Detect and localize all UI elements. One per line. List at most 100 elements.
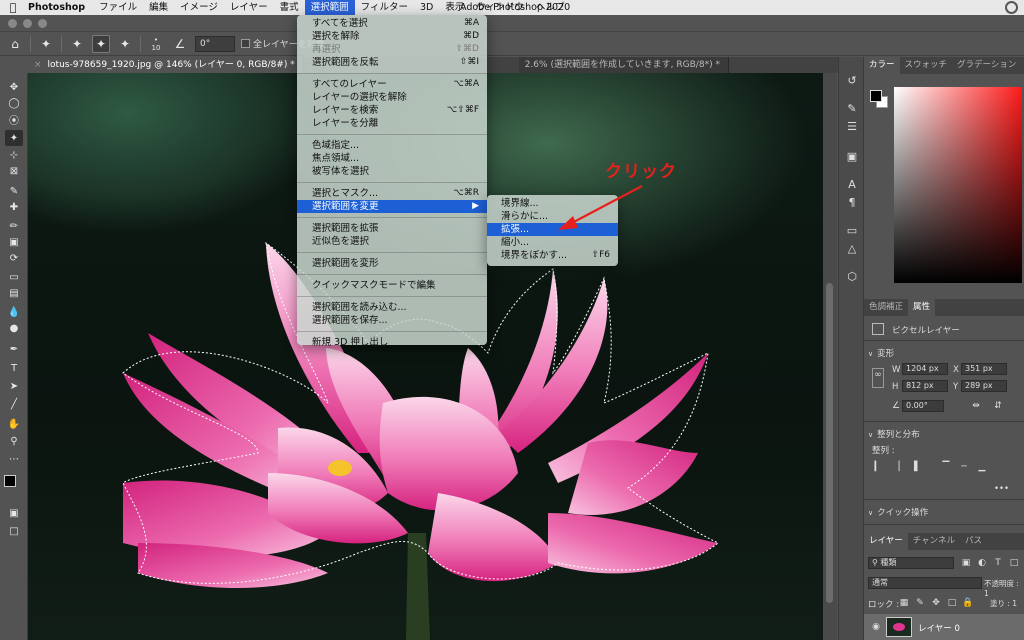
crop-tool-icon[interactable]: ⊹ [5, 147, 23, 163]
modify-submenu-item[interactable]: 境界をぼかす... ⇧F6 [487, 249, 618, 262]
y-field[interactable]: 289 px [961, 380, 1007, 392]
tab-color[interactable]: カラー [864, 57, 900, 74]
healing-tool-icon[interactable]: ✚ [5, 199, 23, 215]
tab-document-3[interactable]: 2.6% (選択範囲を作成していきます, RGB/8*) * [518, 57, 729, 73]
menu-view[interactable]: 表示 [439, 0, 470, 15]
glyphs-icon[interactable]: ▭ [844, 223, 860, 239]
eyedropper-tool-icon[interactable]: ✎ [5, 183, 23, 199]
blur-tool-icon[interactable]: 💧 [5, 304, 23, 320]
select-menu-item[interactable]: 近似色を選択 [297, 235, 487, 248]
tab-paths[interactable]: パス [960, 533, 987, 550]
select-menu-item[interactable]: 選択範囲を読み込む... [297, 301, 487, 314]
scrollbar-thumb[interactable] [826, 283, 833, 603]
home-icon[interactable]: ⌂ [6, 35, 24, 53]
marquee-tool-icon[interactable]: ◯ [5, 95, 23, 111]
select-menu-item[interactable]: 選択範囲を拡張 [297, 222, 487, 235]
color-picker-field[interactable] [894, 87, 1022, 283]
3d-panel-icon[interactable]: ⬡ [844, 269, 860, 285]
link-icon[interactable]: ∞ [872, 368, 884, 388]
lock-pixels-icon[interactable]: ✎ [914, 597, 926, 609]
select-menu-item[interactable]: 再選択 ⇧⌘D [297, 43, 487, 56]
select-menu-item[interactable]: レイヤーを検索 ⌥⇧⌘F [297, 104, 487, 117]
select-menu-item[interactable]: すべてのレイヤー ⌥⌘A [297, 78, 487, 91]
menu-type[interactable]: 書式 [274, 0, 305, 15]
tab-gradients[interactable]: グラデーション [952, 57, 1021, 74]
opacity-label[interactable]: 不透明度 : 1 [984, 578, 1024, 598]
app-menu[interactable]: Photoshop [26, 2, 93, 13]
paragraph-panel-icon[interactable]: ¶ [844, 195, 860, 211]
align-bottom-icon[interactable]: ▁ [976, 461, 988, 473]
select-menu-item[interactable]: レイヤーの選択を解除 [297, 91, 487, 104]
align-top-icon[interactable]: ▔ [940, 461, 952, 473]
dodge-tool-icon[interactable]: ● [5, 320, 23, 336]
select-menu-item[interactable]: 選択範囲を保存... [297, 314, 487, 327]
fill-label[interactable]: 塗り : 1 [990, 598, 1017, 609]
select-menu-item[interactable]: クイックマスクモードで編集 [297, 279, 487, 292]
menu-layer[interactable]: レイヤー [224, 0, 274, 15]
align-vcenter-icon[interactable]: ─ [958, 461, 970, 473]
lock-position-icon[interactable]: ✥ [930, 597, 942, 609]
select-menu-item[interactable]: 選択範囲を変更 ▶ [297, 200, 487, 213]
subtract-selection-icon[interactable]: ✦ [116, 35, 134, 53]
gradient-tool-icon[interactable]: ▤ [5, 285, 23, 301]
select-menu-item[interactable]: 色域指定... [297, 139, 487, 152]
visibility-eye-icon[interactable]: ◉ [870, 621, 882, 633]
zoom-window-button[interactable] [38, 19, 47, 28]
tab-swatches[interactable]: スウォッチ [900, 57, 953, 74]
pen-tool-icon[interactable]: ✒ [5, 341, 23, 357]
tab-layers[interactable]: レイヤー [864, 533, 908, 550]
select-menu-item[interactable]: 選択とマスク... ⌥⌘R [297, 187, 487, 200]
brush-tool-icon[interactable]: ✏ [5, 218, 23, 234]
quick-mask-icon[interactable]: ▣ [5, 505, 23, 521]
path-selection-icon[interactable]: ➤ [5, 378, 23, 394]
layer-row[interactable]: ◉ レイヤー 0 [864, 614, 1024, 640]
quick-actions-header[interactable]: クイック操作 [868, 506, 928, 518]
select-menu-item[interactable]: レイヤーを分離 [297, 117, 487, 130]
menu-filter[interactable]: フィルター [355, 0, 414, 15]
stamp-tool-icon[interactable]: ▣ [5, 234, 23, 250]
lock-transparent-icon[interactable]: ▦ [898, 597, 910, 609]
status-icon[interactable] [1005, 1, 1018, 14]
menu-edit[interactable]: 編集 [143, 0, 174, 15]
apple-menu-icon[interactable]:  [0, 1, 26, 14]
character-panel-icon[interactable]: A [844, 177, 860, 193]
filter-pixel-icon[interactable]: ▣ [960, 557, 972, 569]
align-hcenter-icon[interactable]: ▕ [890, 461, 902, 473]
select-menu-item[interactable]: すべてを選択 ⌘A [297, 17, 487, 30]
filter-adjust-icon[interactable]: ◐ [976, 557, 988, 569]
align-left-icon[interactable]: ▎ [872, 461, 884, 473]
close-window-button[interactable] [8, 19, 17, 28]
transform-header[interactable]: 変形 [868, 347, 894, 359]
align-distribute-header[interactable]: 整列と分布 [868, 428, 920, 440]
new-selection-icon[interactable]: ✦ [68, 35, 86, 53]
canvas-vertical-scrollbar[interactable] [823, 73, 837, 640]
lasso-tool-icon[interactable]: ⦿ [5, 111, 23, 127]
tab-document-lotus[interactable]: × lotus-978659_1920.jpg @ 146% (レイヤー 0, R… [28, 57, 304, 73]
tool-preset-icon[interactable]: ✦ [37, 35, 55, 53]
select-menu-item[interactable]: 選択範囲を変形 [297, 257, 487, 270]
close-tab-icon[interactable]: × [34, 60, 42, 70]
line-tool-icon[interactable]: ╱ [5, 396, 23, 412]
frame-tool-icon[interactable]: ⊠ [5, 163, 23, 179]
menu-file[interactable]: ファイル [93, 0, 143, 15]
move-tool-icon[interactable]: ✥ [5, 79, 23, 95]
select-menu-item[interactable]: 選択を解除 ⌘D [297, 30, 487, 43]
lock-all-icon[interactable]: 🔒 [962, 597, 974, 609]
hand-tool-icon[interactable]: ✋ [5, 416, 23, 432]
select-menu-item[interactable]: 新規 3D 押し出し [297, 336, 487, 349]
filter-shape-icon[interactable]: □ [1008, 557, 1020, 569]
height-field[interactable]: 812 px [902, 380, 948, 392]
stamp-panel-icon[interactable]: ▣ [844, 149, 860, 165]
history-brush-icon[interactable]: ⟳ [5, 250, 23, 266]
lock-artboard-icon[interactable]: □ [946, 597, 958, 609]
screen-mode-icon[interactable]: □ [5, 523, 23, 539]
adjust-icon[interactable]: ☰ [844, 119, 860, 135]
menu-help[interactable]: ヘルプ [530, 0, 571, 15]
foreground-color-chip[interactable] [870, 90, 882, 102]
menu-3d[interactable]: 3D [414, 0, 439, 15]
select-menu-item[interactable]: 焦点領域... [297, 152, 487, 165]
angle-field[interactable]: 0° [195, 35, 235, 52]
align-right-icon[interactable]: ▐ [908, 461, 920, 473]
quick-selection-tool-icon[interactable]: ✦ [5, 130, 23, 146]
select-menu-item[interactable]: 被写体を選択 [297, 165, 487, 178]
